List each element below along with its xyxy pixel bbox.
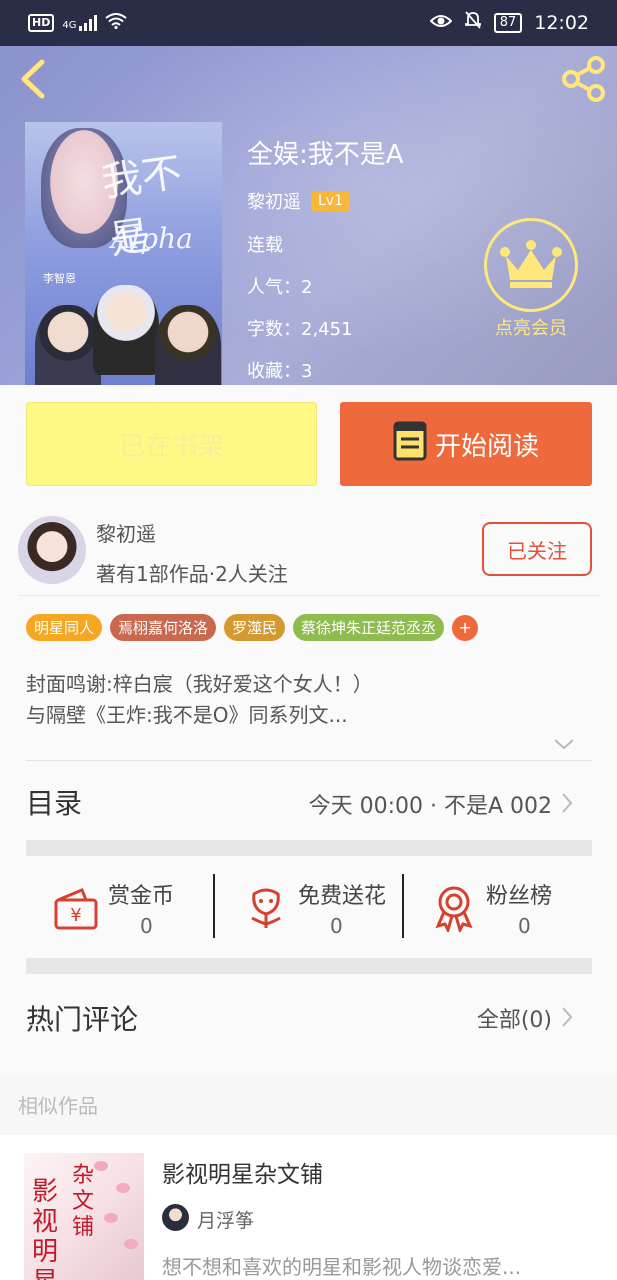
in-bookshelf-button[interactable]: 已在书架 — [26, 402, 317, 486]
all-comments-link[interactable]: 全部(0) — [477, 1002, 552, 1034]
description-line: 封面鸣谢:梓白宸（我好爱这个女人！） — [26, 672, 373, 696]
member-label: 点亮会员 — [495, 318, 567, 339]
divider — [18, 595, 601, 596]
stat-label: 免费送花 — [298, 884, 387, 909]
stat-value: 0 — [518, 914, 531, 938]
tag[interactable]: 罗澨民 — [224, 614, 286, 641]
similar-book-title: 影视明星杂文铺 — [162, 1162, 323, 1188]
fan-ranking-button[interactable]: 粉丝榜 0 — [404, 874, 592, 944]
member-button[interactable]: 点亮会员 — [484, 218, 578, 340]
status-bar: HD 4G 87 12:02 — [0, 0, 617, 46]
toc-title: 目录 — [26, 787, 83, 820]
description-line: 与隔壁《王炸:我不是O》同系列文... — [26, 703, 348, 727]
wifi-icon — [105, 12, 128, 34]
tag[interactable]: 蔡徐坤朱正廷范丞丞 — [293, 614, 445, 641]
battery-indicator: 87 — [493, 12, 523, 33]
similar-author-avatar — [162, 1204, 189, 1231]
similar-works-title: 相似作品 — [18, 1094, 98, 1118]
author-name: 黎初遥 — [96, 522, 156, 546]
follow-button[interactable]: 已关注 — [482, 522, 592, 576]
author-card[interactable]: 黎初遥 著有1部作品·2人关注 已关注 — [0, 510, 600, 596]
svg-text:¥: ¥ — [70, 905, 81, 926]
book-status: 连载 — [247, 235, 283, 256]
book-cover[interactable]: 我不是 Alpha 李智恩 — [25, 122, 222, 385]
similar-book-author: 月浮筝 — [197, 1210, 255, 1232]
stat-label: 赏金币 — [108, 884, 175, 909]
cover-figure — [155, 305, 221, 385]
divider — [26, 760, 592, 761]
book-author[interactable]: 黎初遥 — [247, 188, 301, 214]
book-icon — [393, 421, 427, 468]
flower-icon — [242, 884, 290, 932]
chevron-right-icon[interactable] — [560, 1006, 574, 1032]
hd-indicator: HD — [28, 14, 55, 32]
eye-icon — [429, 12, 453, 34]
similar-book-cover: 影视明星 杂文铺 — [24, 1153, 144, 1280]
stat-value: 0 — [140, 914, 153, 938]
network-label: 4G — [62, 20, 77, 31]
cover-figure — [93, 285, 159, 375]
crown-icon — [484, 218, 578, 312]
cover-calligraphy: 杂文铺 — [72, 1163, 95, 1240]
clock: 12:02 — [534, 11, 589, 34]
hot-comments-header: 热门评论 全部(0) — [26, 990, 576, 1040]
author-avatar[interactable] — [18, 516, 86, 584]
section-divider — [26, 840, 592, 856]
more-tags-button[interactable]: + — [452, 614, 479, 641]
hot-comments-title: 热门评论 — [26, 1003, 139, 1036]
author-meta: 著有1部作品·2人关注 — [96, 562, 288, 586]
share-icon[interactable] — [559, 54, 609, 104]
expand-chevron-icon[interactable] — [553, 736, 575, 750]
gold-coin-envelope-icon: ¥ — [52, 884, 100, 932]
book-popularity: 人气：2 — [247, 277, 313, 298]
start-reading-button[interactable]: 开始阅读 — [340, 402, 592, 486]
free-flower-button[interactable]: 免费送花 0 — [216, 874, 404, 944]
stat-label: 粉丝榜 — [486, 884, 553, 909]
signal-icon: 4G — [62, 15, 98, 31]
book-description[interactable]: 封面鸣谢:梓白宸（我好爱这个女人！） 与隔壁《王炸:我不是O》同系列文... — [26, 669, 373, 731]
level-badge: Lv1 — [311, 191, 350, 211]
divider — [213, 874, 215, 938]
cover-alpha-text: Alpha — [111, 222, 193, 255]
cover-figure — [35, 305, 101, 385]
tag[interactable]: 明星同人 — [26, 614, 103, 641]
stat-value: 0 — [330, 914, 343, 938]
book-info: 全娱:我不是A 黎初遥 Lv1 连载 人气：2 字数：2,451 收藏：3 — [247, 134, 404, 385]
mute-bell-icon — [464, 10, 482, 35]
back-arrow-icon[interactable] — [14, 56, 54, 102]
similar-book-item[interactable]: 影视明星 杂文铺 影视明星杂文铺 月浮筝 想不想和喜欢的明星和影视人物谈恋爱..… — [0, 1135, 617, 1280]
toc-latest-chapter: 今天 00:00 · 不是A 002 — [308, 794, 552, 819]
book-title: 全娱:我不是A — [247, 140, 404, 170]
medal-icon — [430, 884, 478, 935]
tag-list: 明星同人 焉栩嘉何洛洛 罗澨民 蔡徐坤朱正廷范丞丞 + — [26, 614, 479, 641]
tag[interactable]: 焉栩嘉何洛洛 — [110, 614, 217, 641]
start-reading-label: 开始阅读 — [434, 431, 539, 462]
cover-calligraphy: 影视明星 — [32, 1177, 59, 1280]
table-of-contents-row[interactable]: 目录 今天 00:00 · 不是A 002 — [26, 778, 576, 826]
similar-book-description: 想不想和喜欢的明星和影视人物谈恋爱... — [162, 1255, 522, 1279]
book-header: 我不是 Alpha 李智恩 全娱:我不是A 黎初遥 Lv1 连载 人气：2 字数… — [0, 46, 617, 385]
book-word-count: 字数：2,451 — [247, 319, 353, 340]
reward-coins-button[interactable]: ¥ 赏金币 0 — [26, 874, 214, 944]
support-actions: ¥ 赏金币 0 免费送花 0 粉丝榜 0 — [26, 860, 592, 956]
cover-name-text: 李智恩 — [43, 272, 76, 285]
book-favorites: 收藏：3 — [247, 361, 313, 382]
chevron-right-icon — [560, 792, 574, 818]
section-divider — [26, 958, 592, 974]
